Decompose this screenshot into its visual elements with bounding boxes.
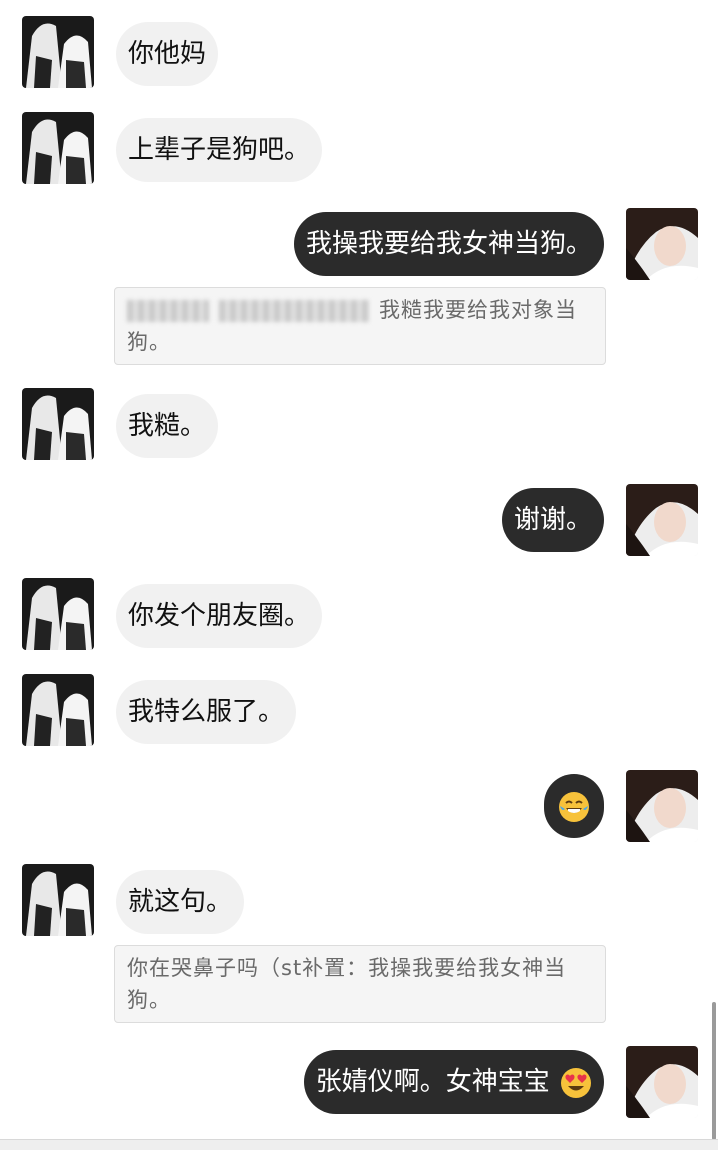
quote-text: 你在哭鼻子吗（st补置：我操我要给我女神当狗。 — [127, 956, 567, 1012]
outgoing-message-text: 张婧仪啊。女神宝宝 — [315, 1067, 550, 1097]
girl-avatar-icon — [626, 484, 698, 556]
anime-avatar-icon — [22, 864, 94, 936]
user-avatar[interactable] — [626, 208, 698, 280]
contact-avatar[interactable] — [22, 112, 94, 184]
incoming-message[interactable]: 我特么服了。 — [116, 680, 297, 744]
contact-avatar[interactable] — [22, 388, 94, 460]
user-avatar[interactable] — [626, 770, 698, 842]
incoming-message[interactable]: 就这句。 — [116, 870, 245, 934]
outgoing-message[interactable]: 张婧仪啊。女神宝宝 — [303, 1050, 604, 1114]
incoming-message[interactable]: 上辈子是狗吧。 — [116, 118, 323, 182]
quoted-reply[interactable]: 你在哭鼻子吗（st补置：我操我要给我女神当狗。 — [114, 945, 606, 1023]
anime-avatar-icon — [22, 112, 94, 184]
incoming-message[interactable]: 你他妈 — [116, 22, 219, 86]
contact-avatar[interactable] — [22, 674, 94, 746]
tears-of-joy-emoji-icon — [559, 791, 589, 822]
anime-avatar-icon — [22, 388, 94, 460]
anime-avatar-icon — [22, 16, 94, 88]
contact-avatar[interactable] — [22, 578, 94, 650]
contact-avatar[interactable] — [22, 16, 94, 88]
redacted-text — [127, 300, 209, 322]
anime-avatar-icon — [22, 578, 94, 650]
scrollbar[interactable] — [712, 1002, 716, 1140]
input-bar-edge — [0, 1139, 718, 1150]
girl-avatar-icon — [626, 770, 698, 842]
girl-avatar-icon — [626, 1046, 698, 1118]
heart-eyes-emoji-icon — [561, 1067, 591, 1098]
incoming-message[interactable]: 我糙。 — [116, 394, 219, 458]
redacted-text — [219, 300, 369, 322]
contact-avatar[interactable] — [22, 864, 94, 936]
anime-avatar-icon — [22, 674, 94, 746]
quoted-reply[interactable]: 我糙我要给我对象当狗。 — [114, 287, 606, 365]
incoming-message[interactable]: 你发个朋友圈。 — [116, 584, 323, 648]
chat-screen: 你他妈 上辈子是狗吧。 我操我要给我女神当狗。 我糙我要给我对象当狗。 我糙。 … — [0, 0, 718, 1150]
girl-avatar-icon — [626, 208, 698, 280]
user-avatar[interactable] — [626, 484, 698, 556]
user-avatar[interactable] — [626, 1046, 698, 1118]
outgoing-message[interactable]: 我操我要给我女神当狗。 — [293, 212, 604, 276]
outgoing-message[interactable] — [544, 774, 604, 838]
outgoing-message[interactable]: 谢谢。 — [501, 488, 604, 552]
